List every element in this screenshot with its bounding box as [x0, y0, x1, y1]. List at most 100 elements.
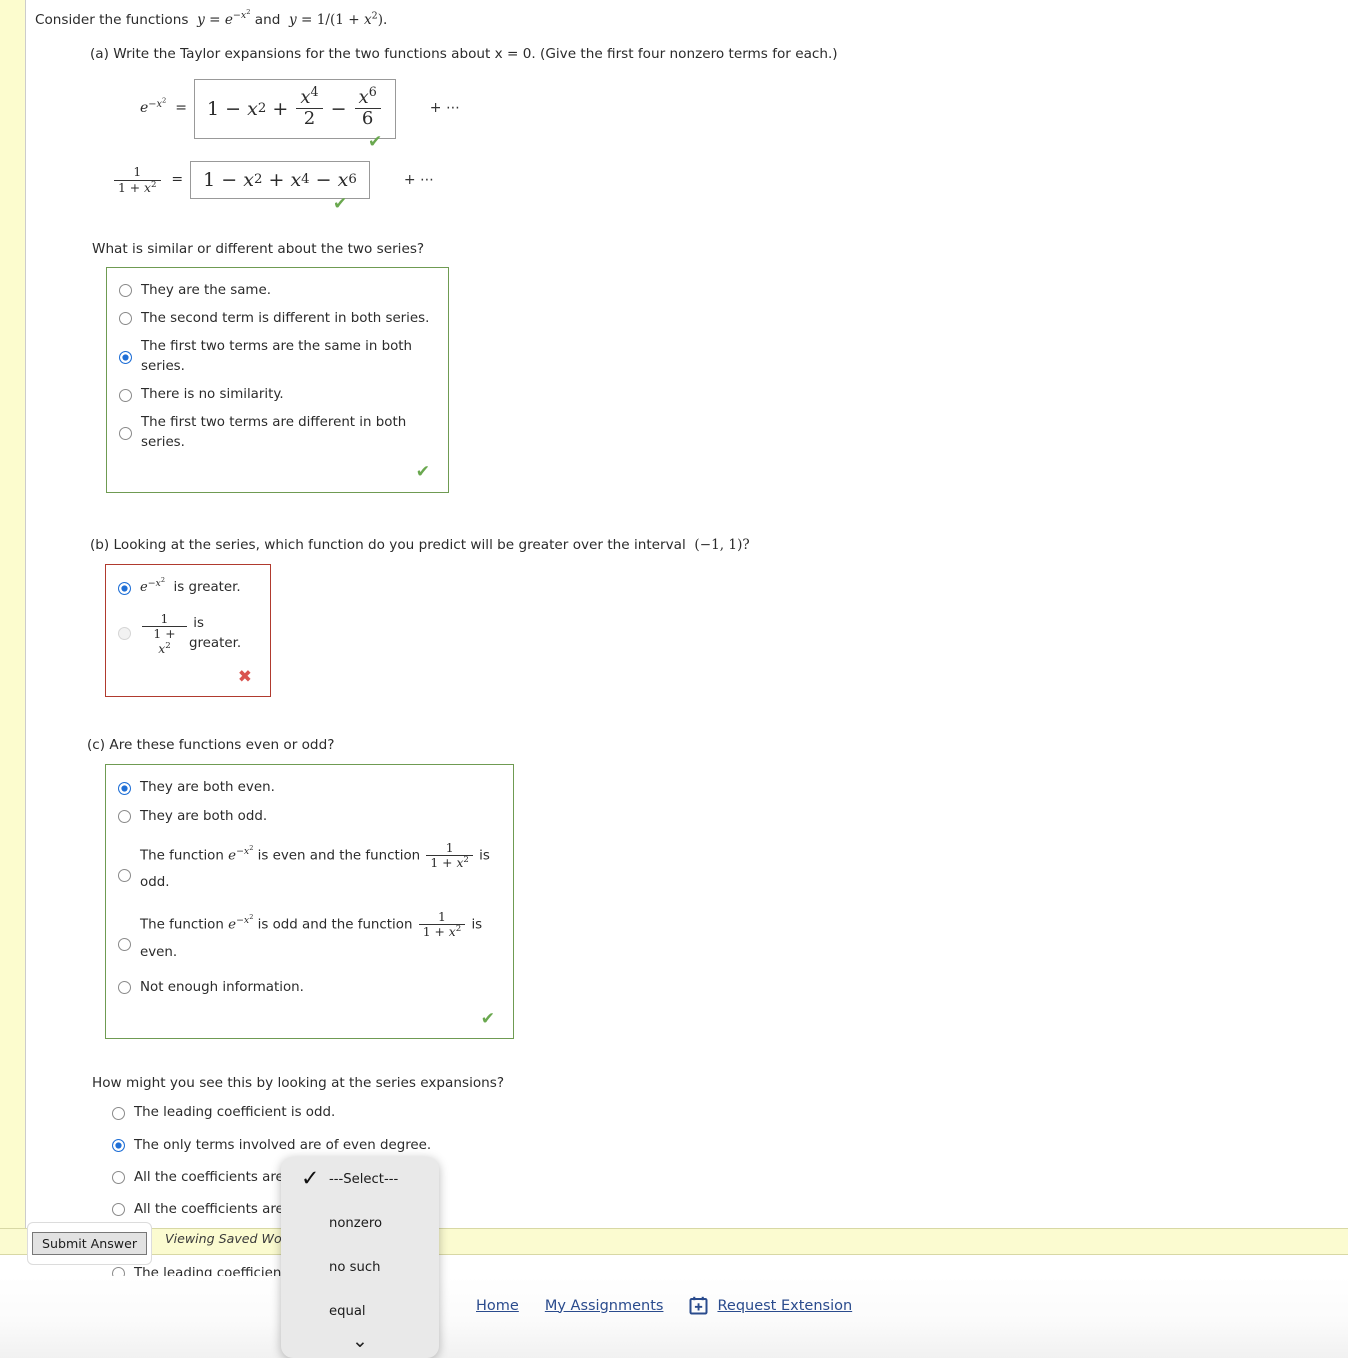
- exp-base-1: e: [224, 12, 233, 28]
- part-a-answer-input-1[interactable]: 1 − x2 + x4 2 − x6 6: [194, 78, 396, 139]
- radio-button[interactable]: [118, 810, 131, 824]
- part-a-tail-1: + ⋯: [429, 100, 460, 117]
- option-label: The first two terms are different in bot…: [141, 415, 407, 451]
- option-label: They are the same.: [141, 282, 271, 298]
- option-row[interactable]: The function e−x2 is even and the functi…: [118, 831, 501, 901]
- equals-sign-1: =: [209, 12, 221, 28]
- dropdown-item-label: no such: [329, 1259, 381, 1275]
- radio-button-selected[interactable]: [119, 350, 132, 364]
- calendar-plus-icon: [689, 1296, 708, 1315]
- main-content: Consider the functions y = e−x2 and y = …: [27, 0, 1348, 1358]
- option-label: The function e−x2 is even and the functi…: [140, 840, 490, 890]
- radio-button[interactable]: [119, 426, 132, 440]
- assignment-page: Consider the functions y = e−x2 and y = …: [0, 0, 1348, 1358]
- option-label: 11 + x2 is greater.: [140, 612, 258, 656]
- part-c-options-mark: ✔: [118, 1002, 501, 1030]
- exp-power-1: −x2: [232, 8, 251, 22]
- part-a-subquestion: What is similar or different about the t…: [92, 241, 425, 258]
- option-label: There is no similarity.: [141, 387, 284, 403]
- request-extension-label: Request Extension: [717, 1297, 853, 1314]
- intro-closing: ).: [377, 12, 388, 28]
- radio-button[interactable]: [118, 981, 131, 995]
- radio-button[interactable]: [119, 312, 132, 326]
- option-row[interactable]: 11 + x2 is greater.: [118, 602, 258, 660]
- intro-prefix: Consider the functions: [35, 12, 189, 28]
- dropdown-item-label: equal: [329, 1303, 366, 1319]
- option-row[interactable]: They are the same.: [119, 277, 436, 305]
- option-row[interactable]: The function e−x2 is odd and the functio…: [118, 900, 501, 970]
- part-a-row-1: e−x2 = 1 − x2 + x4 2 − x6 6 + ⋯: [140, 78, 1348, 139]
- submit-answer-button[interactable]: Submit Answer: [31, 1232, 148, 1255]
- intro-function-1: y: [192, 12, 205, 28]
- dropdown-item-equal[interactable]: equal: [281, 1289, 439, 1333]
- radio-button[interactable]: [118, 938, 131, 952]
- option-label: The first two terms are the same in both…: [141, 338, 413, 374]
- checkmark-icon: ✓: [301, 1166, 320, 1192]
- saved-work-label: Viewing Saved Work: [165, 1231, 295, 1246]
- chevron-down-icon[interactable]: ⌄: [281, 1330, 439, 1352]
- radio-button[interactable]: [119, 388, 132, 402]
- problem-intro: Consider the functions y = e−x2 and y = …: [35, 8, 1348, 30]
- dropdown-item-select[interactable]: ✓ ---Select---: [281, 1157, 439, 1201]
- option-row[interactable]: There is no similarity.: [119, 381, 436, 409]
- part-a: (a) Write the Taylor expansions for the …: [27, 44, 1348, 493]
- footer-link-my-assignments[interactable]: My Assignments: [545, 1298, 664, 1314]
- part-c: (c) Are these functions even or odd? The…: [27, 735, 1348, 1290]
- option-row[interactable]: The second term is different in both ser…: [119, 305, 436, 333]
- correct-check-icon: ✔: [480, 1008, 495, 1029]
- correct-check-icon: ✔: [368, 131, 383, 152]
- part-a-lhs-1: e−x2 =: [140, 96, 188, 117]
- submit-answer-card: Submit Answer: [27, 1222, 152, 1265]
- page-footer: Home My Assignments Request Extension: [0, 1276, 1348, 1358]
- option-label: They are both odd.: [140, 808, 268, 824]
- radio-button-selected[interactable]: [118, 581, 131, 595]
- correct-check-icon: ✔: [415, 462, 430, 483]
- part-c-options-box: They are both even. They are both odd. T…: [105, 764, 514, 1039]
- intro-conj: and: [254, 12, 281, 28]
- select-dropdown-menu[interactable]: ✓ ---Select--- nonzero no such equal ⌄: [281, 1157, 439, 1358]
- radio-button[interactable]: [112, 1203, 125, 1217]
- part-a-options-mark: ✔: [119, 457, 436, 483]
- radio-button-selected[interactable]: [112, 1139, 125, 1153]
- part-a-options-box: They are the same. The second term is di…: [106, 266, 449, 493]
- option-label: The second term is different in both ser…: [141, 310, 430, 326]
- option-row[interactable]: Not enough information.: [118, 970, 501, 1002]
- footer-link-home[interactable]: Home: [476, 1298, 519, 1314]
- dropdown-item-nonzero[interactable]: nonzero: [281, 1201, 439, 1245]
- equals-sign-2: = 1/(1 +: [301, 12, 360, 28]
- dropdown-item-label: nonzero: [329, 1215, 383, 1231]
- option-label: The leading coefficient is odd.: [134, 1105, 336, 1121]
- part-a-label: (a) Write the Taylor expansions for the …: [90, 46, 838, 63]
- option-label: e−x2 is greater.: [140, 575, 241, 596]
- dropdown-item-label: ---Select---: [329, 1171, 399, 1187]
- option-row[interactable]: The first two terms are the same in both…: [119, 333, 436, 381]
- correct-check-icon: ✔: [333, 194, 348, 215]
- radio-button[interactable]: [119, 284, 132, 298]
- left-gutter-strip: [0, 0, 26, 1243]
- radio-button-selected[interactable]: [118, 781, 131, 795]
- option-row[interactable]: They are both odd.: [118, 803, 501, 831]
- option-row[interactable]: The leading coefficient is odd.: [112, 1097, 1348, 1129]
- option-row[interactable]: The first two terms are different in bot…: [119, 409, 436, 457]
- part-a-mark-2: ✔: [333, 195, 1348, 215]
- radio-button[interactable]: [118, 868, 131, 882]
- part-a-tail-2: + ⋯: [403, 171, 434, 188]
- option-row[interactable]: e−x2 is greater.: [118, 574, 258, 602]
- part-b-options-box: e−x2 is greater. 11 + x2 is greater. ✖: [105, 564, 271, 697]
- part-c-followup-question: How might you see this by looking at the…: [92, 1075, 505, 1091]
- footer-links: Home My Assignments Request Extension: [476, 1296, 852, 1315]
- option-label: They are both even.: [140, 780, 275, 796]
- radio-button[interactable]: [112, 1106, 125, 1120]
- part-a-row-2: 11 + x2 = 1 − x2 + x4 − x6 + ⋯: [114, 161, 1348, 200]
- incorrect-cross-icon: ✖: [237, 666, 252, 687]
- radio-button[interactable]: [112, 1171, 125, 1185]
- footer-link-request-extension[interactable]: Request Extension: [689, 1296, 852, 1315]
- option-row[interactable]: They are both even.: [118, 774, 501, 802]
- part-a-lhs-2: 11 + x2 =: [112, 165, 183, 195]
- x-var-1: x: [363, 12, 372, 28]
- dropdown-item-no-such[interactable]: no such: [281, 1245, 439, 1289]
- part-b-label: (b) Looking at the series, which functio…: [90, 536, 750, 553]
- option-label: The only terms involved are of even degr…: [134, 1137, 432, 1153]
- intro-function-2: y: [284, 12, 297, 28]
- radio-button[interactable]: [118, 627, 131, 641]
